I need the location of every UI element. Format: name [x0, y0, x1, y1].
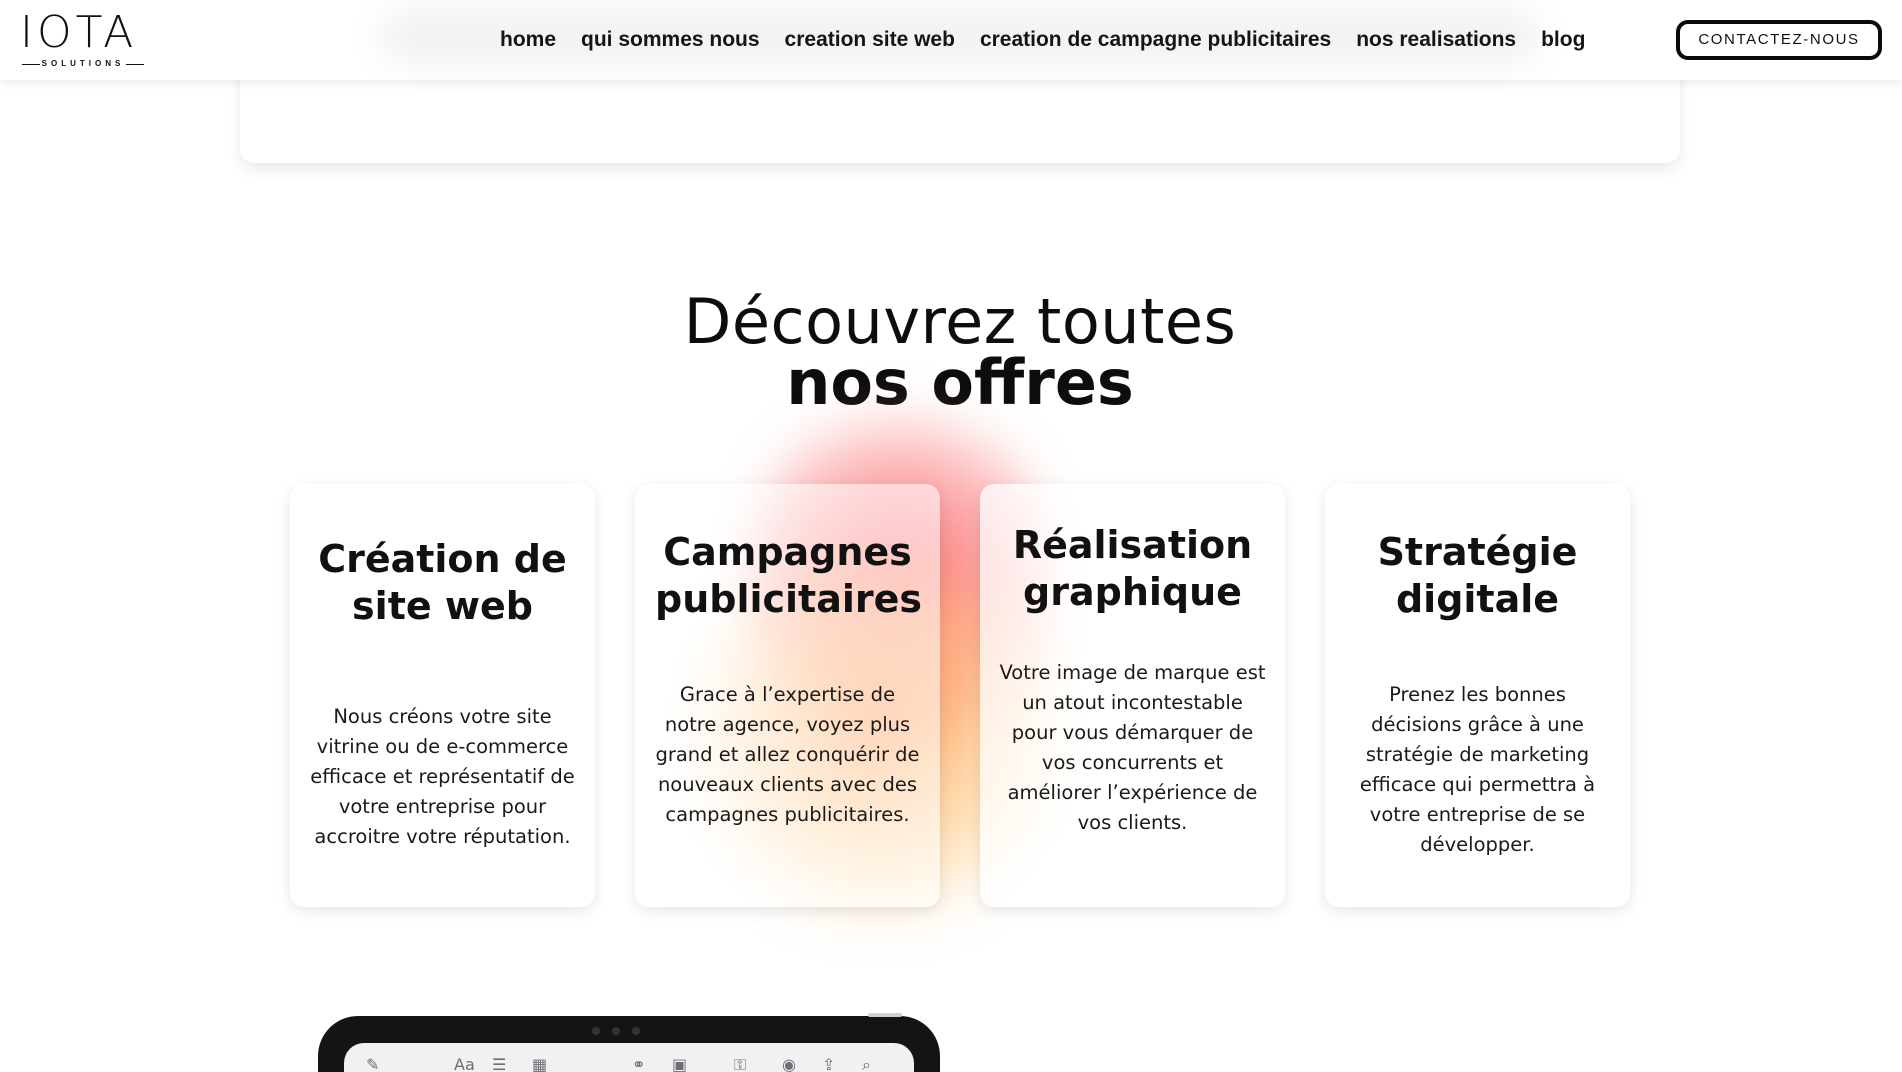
share-icon: ⇪: [822, 1055, 836, 1072]
lock-icon: ⚿: [734, 1055, 747, 1072]
text-format-icon: Aa: [454, 1055, 475, 1072]
nav-item-nos-realisations[interactable]: nos realisations: [1356, 25, 1516, 55]
logo-rule-right: [126, 64, 144, 65]
nav-item-qui-sommes-nous[interactable]: qui sommes nous: [581, 25, 760, 55]
offer-card-text: Votre image de marque est un atout incon…: [999, 661, 1266, 834]
device-camera: [586, 1022, 676, 1035]
search-icon: ⌕: [862, 1055, 871, 1072]
device-screen: ✎ Aa ☰ ▦ ⚭ ▣ ⚿ ◉ ⇪ ⌕: [344, 1043, 914, 1072]
offer-card-title: Création de site web: [318, 537, 567, 628]
device-toolbar: ✎ Aa ☰ ▦ ⚭ ▣ ⚿ ◉ ⇪ ⌕: [362, 1053, 896, 1072]
contact-button[interactable]: CONTACTEZ-NOUS: [1676, 20, 1882, 60]
media-icon: ▣: [672, 1055, 688, 1072]
logo-tagline: SOLUTIONS: [41, 59, 125, 68]
offer-card-strategie[interactable]: Stratégie digitale Prenez les bonnes déc…: [1325, 484, 1630, 907]
logo-tagline-row: SOLUTIONS: [20, 57, 146, 71]
nav-item-creation-site-web[interactable]: creation site web: [785, 25, 955, 55]
offer-card-site-web[interactable]: Création de site web Nous créons votre s…: [290, 484, 595, 907]
site-header: IOTA SOLUTIONS home qui sommes nous crea…: [0, 0, 1902, 80]
offer-card-text: Prenez les bonnes décisions grâce à une …: [1359, 683, 1596, 856]
logo[interactable]: IOTA SOLUTIONS: [20, 7, 146, 71]
page: IOTA SOLUTIONS home qui sommes nous crea…: [0, 0, 1902, 1072]
attachment-icon: ⚭: [632, 1055, 646, 1072]
compose-icon: ✎: [366, 1055, 380, 1072]
logo-rule-left: [22, 64, 40, 65]
share-contact-icon: ◉: [782, 1055, 796, 1072]
nav-item-creation-campagne[interactable]: creation de campagne publicitaires: [980, 25, 1331, 55]
device-button: [868, 1013, 902, 1017]
main-nav: home qui sommes nous creation site web c…: [500, 25, 1585, 55]
offer-card-title: Réalisation graphique: [1012, 523, 1253, 614]
tablet-mockup: ✎ Aa ☰ ▦ ⚭ ▣ ⚿ ◉ ⇪ ⌕: [318, 1013, 940, 1072]
nav-item-blog[interactable]: blog: [1541, 25, 1585, 55]
offer-card-campagnes[interactable]: Campagnes publicitaires Grace à l’expert…: [635, 484, 940, 907]
offers-heading: Découvrez toutes nos offres: [500, 286, 1420, 419]
offer-card-text: Nous créons votre site vitrine ou de e-c…: [310, 705, 575, 848]
checklist-icon: ☰: [492, 1055, 507, 1072]
offer-card-graphique[interactable]: Réalisation graphique Votre image de mar…: [980, 484, 1285, 907]
nav-item-home[interactable]: home: [500, 25, 556, 55]
offers-heading-line2: nos offres: [786, 346, 1134, 419]
offer-card-title: Stratégie digitale: [1377, 530, 1578, 621]
logo-wordmark: IOTA: [20, 7, 138, 58]
table-icon: ▦: [532, 1055, 548, 1072]
offer-card-text: Grace à l’expertise de notre agence, voy…: [655, 683, 920, 826]
offer-card-title: Campagnes publicitaires: [655, 530, 923, 621]
